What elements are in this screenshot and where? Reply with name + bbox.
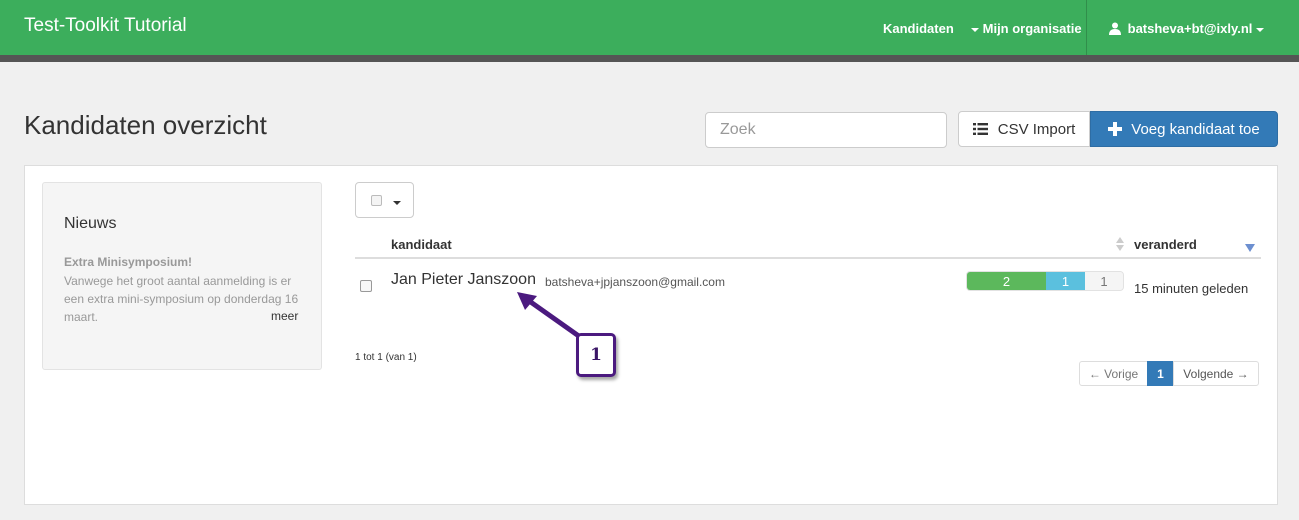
progress-pending: 1 (1085, 272, 1123, 290)
nav-divider (1086, 0, 1087, 55)
progress-bar: 2 1 1 (966, 271, 1124, 291)
nav-organisatie-dropdown[interactable]: Mijn organisatie (971, 21, 1082, 36)
csv-import-button[interactable]: CSV Import (958, 111, 1090, 147)
news-item-body: Vanwege het groot aantal aanmelding is e… (64, 274, 299, 324)
top-navbar: Test-Toolkit Tutorial Kandidaten Mijn or… (0, 0, 1299, 55)
sort-icon[interactable] (1115, 236, 1125, 252)
progress-completed: 2 (967, 272, 1046, 290)
plus-icon (1108, 122, 1123, 136)
news-widget: Nieuws Extra Minisymposium! Vanwege het … (42, 182, 322, 370)
caret-down-icon (971, 27, 979, 32)
add-candidate-label: Voeg kandidaat toe (1131, 120, 1260, 138)
result-count: 1 tot 1 (van 1) (355, 352, 417, 363)
progress-in-progress: 1 (1046, 272, 1085, 290)
add-candidate-button[interactable]: Voeg kandidaat toe (1090, 111, 1278, 147)
caret-down-icon (1256, 27, 1265, 32)
list-icon (972, 123, 988, 135)
navbar-underline (0, 55, 1299, 62)
pagination: ← Vorige 1 Volgende → (1079, 361, 1259, 386)
user-icon (1109, 22, 1121, 35)
nav-user-label: batsheva+bt@ixly.nl (1127, 21, 1253, 36)
search-input[interactable] (705, 112, 947, 148)
nav-user-dropdown[interactable]: batsheva+bt@ixly.nl (1109, 21, 1265, 36)
row-checkbox[interactable] (360, 280, 372, 292)
news-title: Nieuws (64, 215, 117, 232)
nav-kandidaten[interactable]: Kandidaten (883, 21, 954, 36)
nav-organisatie-label: Mijn organisatie (982, 21, 1082, 36)
pagination-prev[interactable]: ← Vorige (1079, 361, 1148, 386)
column-header-candidate[interactable]: kandidaat (391, 237, 452, 252)
caret-down-icon (393, 201, 401, 205)
sort-desc-icon[interactable] (1245, 244, 1255, 252)
changed-time: 15 minuten geleden (1134, 281, 1249, 296)
pagination-next[interactable]: Volgende → (1173, 361, 1259, 386)
brand-title[interactable]: Test-Toolkit Tutorial (24, 15, 187, 37)
csv-import-label: CSV Import (997, 120, 1076, 138)
annotation-badge: 1 (576, 333, 616, 377)
news-more-link[interactable]: meer (271, 309, 298, 323)
column-header-changed[interactable]: veranderd (1134, 237, 1197, 252)
table-header-divider (355, 257, 1261, 259)
bulk-select-dropdown[interactable] (355, 182, 414, 218)
pagination-page-1[interactable]: 1 (1147, 361, 1174, 386)
page-title: Kandidaten overzicht (24, 110, 267, 140)
news-item-title: Extra Minisymposium! (64, 255, 193, 269)
checkbox-icon (371, 195, 382, 206)
